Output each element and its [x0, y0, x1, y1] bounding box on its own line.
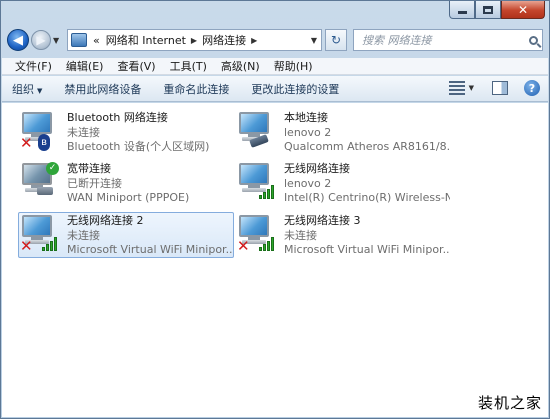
menu-file[interactable]: 文件(F): [8, 58, 59, 74]
connections-list: ✕ ʙ Bluetooth 网络连接 未连接 Bluetooth 设备(个人区域…: [2, 103, 548, 417]
menu-edit[interactable]: 编辑(E): [59, 58, 111, 74]
chevron-down-icon: ▼: [37, 86, 43, 95]
preview-pane-icon[interactable]: [492, 81, 508, 95]
breadcrumb-network-connections[interactable]: 网络连接: [199, 32, 249, 48]
connection-item-wireless-2[interactable]: ✕ 无线网络连接 2 未连接 Microsoft Virtual WiFi Mi…: [18, 212, 234, 258]
address-dropdown-icon[interactable]: ▼: [307, 36, 321, 45]
minimize-icon: [457, 11, 467, 14]
wireless-connection-icon: [236, 161, 280, 205]
menu-help[interactable]: 帮助(H): [267, 58, 320, 74]
wireless-connection-icon: ✕: [19, 213, 63, 257]
search-icon[interactable]: [524, 35, 542, 45]
connection-name: 无线网络连接 3: [284, 214, 361, 227]
signal-bars-icon: [42, 235, 60, 251]
caption-buttons: ✕: [449, 1, 545, 20]
connection-status: 未连接: [284, 228, 317, 242]
search-box[interactable]: 搜索 网络连接: [353, 29, 543, 51]
signal-bars-icon: [259, 183, 277, 199]
connection-item-broadband[interactable]: ✓ 宽带连接 已断开连接 WAN Miniport (PPPOE): [18, 160, 234, 206]
disconnected-x-icon: ✕: [20, 237, 33, 255]
breadcrumb-overflow[interactable]: «: [90, 34, 103, 47]
connection-device: WAN Miniport (PPPOE): [67, 191, 190, 204]
connection-name: 无线网络连接 2: [67, 214, 144, 227]
network-folder-icon: [71, 33, 87, 47]
bluetooth-icon: ʙ: [38, 134, 50, 151]
command-bar: 组织 ▼ 禁用此网络设备 重命名此连接 更改此连接的设置 ▼ ?: [2, 76, 548, 102]
modem-icon: [37, 187, 53, 195]
forward-button[interactable]: ▶: [31, 30, 51, 50]
connection-status: lenovo 2: [284, 176, 332, 190]
connection-device: Qualcomm Atheros AR8161/8...: [284, 140, 450, 153]
arrow-left-icon: ◀: [13, 32, 23, 48]
check-icon: ✓: [46, 162, 59, 175]
connection-name: 无线网络连接: [284, 162, 350, 175]
disable-device-button[interactable]: 禁用此网络设备: [64, 81, 141, 97]
breadcrumb-separator-icon[interactable]: ▶: [249, 36, 259, 45]
watermark-text: 装机之家: [477, 394, 542, 412]
maximize-button[interactable]: [475, 1, 501, 19]
disconnected-x-icon: ✕: [237, 237, 250, 255]
wireless-connection-icon: ✕: [236, 213, 280, 257]
connection-item-wireless-3[interactable]: ✕ 无线网络连接 3 未连接 Microsoft Virtual WiFi Mi…: [235, 212, 451, 258]
back-button[interactable]: ◀: [7, 29, 29, 51]
connection-item-bluetooth[interactable]: ✕ ʙ Bluetooth 网络连接 未连接 Bluetooth 设备(个人区域…: [18, 109, 234, 155]
search-input[interactable]: 搜索 网络连接: [362, 32, 524, 48]
breadcrumb-network-internet[interactable]: 网络和 Internet: [103, 32, 189, 48]
organize-button[interactable]: 组织 ▼: [12, 81, 42, 97]
connection-item-wireless[interactable]: 无线网络连接 lenovo 2 Intel(R) Centrino(R) Wir…: [235, 160, 451, 206]
maximize-icon: [483, 5, 493, 14]
organize-label: 组织: [12, 82, 34, 96]
close-button[interactable]: ✕: [501, 1, 545, 19]
menu-advanced[interactable]: 高级(N): [214, 58, 267, 74]
navigation-bar: ◀ ▶ ▼ « 网络和 Internet ▶ 网络连接 ▶ ▼ ↻ 搜索 网络连…: [7, 26, 543, 54]
breadcrumb-separator-icon[interactable]: ▶: [189, 36, 199, 45]
views-icon[interactable]: [448, 81, 465, 95]
signal-bars-icon: [259, 235, 277, 251]
address-bar[interactable]: « 网络和 Internet ▶ 网络连接 ▶ ▼: [67, 29, 322, 51]
bluetooth-connection-icon: ✕ ʙ: [19, 110, 63, 154]
close-icon: ✕: [517, 2, 529, 17]
explorer-window: ✕ ◀ ▶ ▼ « 网络和 Internet ▶ 网络连接 ▶ ▼ ↻ 搜索 网…: [0, 0, 550, 419]
minimize-button[interactable]: [449, 1, 475, 19]
chevron-down-icon: ▼: [53, 35, 60, 45]
connection-status: 未连接: [67, 228, 100, 242]
rename-connection-button[interactable]: 重命名此连接: [163, 81, 229, 97]
recent-pages-button[interactable]: ▼: [53, 36, 63, 45]
command-bar-tools: ▼ ?: [448, 80, 540, 96]
connection-device: Intel(R) Centrino(R) Wireless-N...: [284, 191, 450, 204]
help-icon[interactable]: ?: [524, 80, 540, 96]
disconnected-x-icon: ✕: [20, 134, 33, 152]
change-settings-button[interactable]: 更改此连接的设置: [251, 81, 339, 97]
menu-view[interactable]: 查看(V): [110, 58, 162, 74]
connection-device: Microsoft Virtual WiFi Minipor...: [284, 243, 450, 256]
refresh-icon: ↻: [330, 33, 342, 47]
connection-status: lenovo 2: [284, 125, 332, 139]
arrow-right-icon: ▶: [36, 33, 46, 47]
connection-status: 未连接: [67, 125, 100, 139]
menu-bar: 文件(F) 编辑(E) 查看(V) 工具(T) 高级(N) 帮助(H): [2, 58, 548, 75]
connection-device: Bluetooth 设备(个人区域网): [67, 140, 210, 153]
connection-item-local[interactable]: 本地连接 lenovo 2 Qualcomm Atheros AR8161/8.…: [235, 109, 451, 155]
broadband-connection-icon: ✓: [19, 161, 63, 205]
connection-name: 本地连接: [284, 111, 328, 124]
views-dropdown-icon[interactable]: ▼: [469, 84, 474, 92]
ethernet-connection-icon: [236, 110, 280, 154]
refresh-button[interactable]: ↻: [325, 29, 347, 51]
magnifier-glyph: [528, 35, 538, 45]
connection-status: 已断开连接: [67, 176, 122, 190]
menu-tools[interactable]: 工具(T): [163, 58, 214, 74]
connection-device: Microsoft Virtual WiFi Minipor...: [67, 243, 233, 256]
connection-name: Bluetooth 网络连接: [67, 111, 168, 124]
connection-name: 宽带连接: [67, 162, 111, 175]
